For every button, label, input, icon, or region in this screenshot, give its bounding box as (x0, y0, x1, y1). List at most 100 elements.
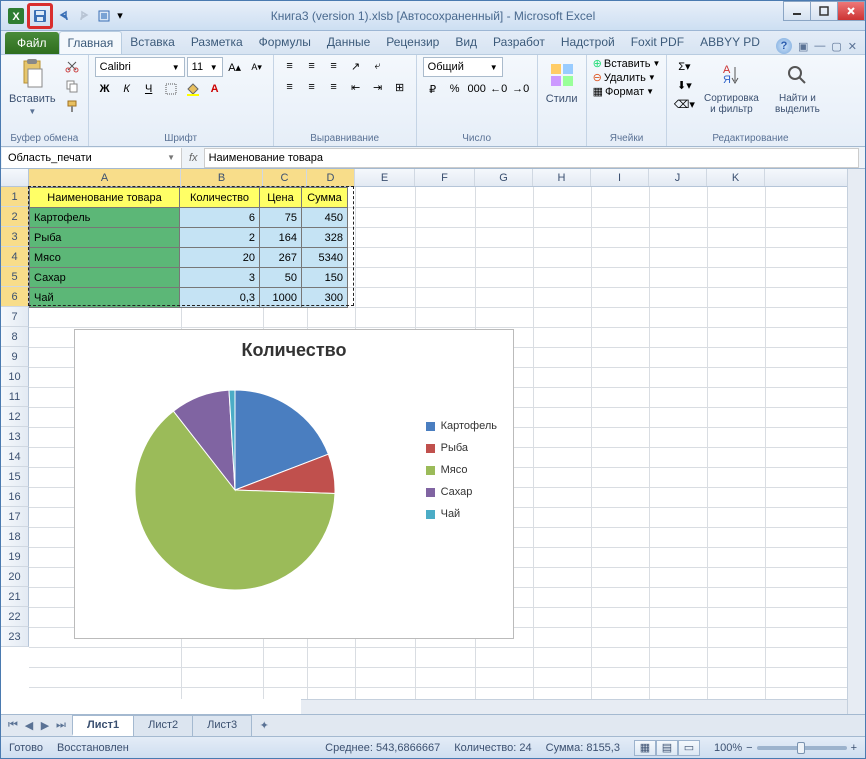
font-size-combo[interactable]: 11▼ (187, 57, 223, 77)
col-header-I[interactable]: I (591, 169, 649, 186)
format-painter-button[interactable] (62, 97, 82, 115)
row-header-6[interactable]: 6 (1, 287, 29, 307)
align-middle-icon[interactable]: ≡ (302, 57, 322, 75)
fx-icon[interactable]: fx (189, 152, 198, 164)
chart[interactable]: Количество КартофельРыбаМясоСахарЧай (74, 329, 514, 639)
table-cell[interactable]: 300 (302, 288, 348, 308)
tab-надстрой[interactable]: Надстрой (553, 31, 623, 54)
table-cell[interactable]: 0,3 (180, 288, 260, 308)
zoom-slider[interactable] (757, 746, 847, 750)
tab-данные[interactable]: Данные (319, 31, 378, 54)
font-color-button[interactable]: A (205, 80, 225, 98)
vertical-scrollbar[interactable] (847, 169, 865, 717)
insert-cells-button[interactable]: ⊕Вставить▼ (593, 57, 661, 70)
merge-icon[interactable]: ⊞ (390, 78, 410, 96)
align-right-icon[interactable]: ≡ (324, 78, 344, 96)
table-cell[interactable]: Картофель (30, 208, 180, 228)
zoom-level[interactable]: 100% (714, 742, 742, 754)
zoom-out-icon[interactable]: − (746, 742, 752, 754)
row-header-11[interactable]: 11 (1, 387, 29, 407)
doc-maximize-icon[interactable]: ▢ (831, 40, 841, 53)
sheet-first-icon[interactable]: ⏮ (5, 717, 21, 735)
wrap-text-icon[interactable]: ⤶ (368, 57, 388, 75)
table-cell[interactable]: 50 (260, 268, 302, 288)
sheet-last-icon[interactable]: ⏭ (53, 717, 69, 735)
table-cell[interactable]: 164 (260, 228, 302, 248)
row-header-4[interactable]: 4 (1, 247, 29, 267)
page-break-view-icon[interactable]: ▭ (678, 740, 700, 756)
row-header-17[interactable]: 17 (1, 507, 29, 527)
tab-формулы[interactable]: Формулы (251, 31, 319, 54)
row-header-15[interactable]: 15 (1, 467, 29, 487)
row-header-5[interactable]: 5 (1, 267, 29, 287)
col-header-B[interactable]: B (181, 169, 263, 186)
increase-indent-icon[interactable]: ⇥ (368, 78, 388, 96)
align-top-icon[interactable]: ≡ (280, 57, 300, 75)
percent-icon[interactable]: % (445, 80, 465, 98)
doc-close-icon[interactable]: ✕ (848, 40, 857, 53)
styles-button[interactable]: Стили (544, 57, 580, 107)
copy-button[interactable] (62, 77, 82, 95)
sheet-tab-Лист3[interactable]: Лист3 (192, 715, 252, 736)
tab-abbyy pd[interactable]: ABBYY PD (692, 31, 768, 54)
table-cell[interactable]: 20 (180, 248, 260, 268)
name-box[interactable]: Область_печати▼ (2, 148, 182, 168)
excel-icon[interactable]: X (7, 7, 25, 25)
col-header-G[interactable]: G (475, 169, 533, 186)
col-header-E[interactable]: E (355, 169, 415, 186)
clear-icon[interactable]: ⌫▾ (673, 95, 695, 113)
select-all-corner[interactable] (1, 169, 29, 186)
table-cell[interactable]: Мясо (30, 248, 180, 268)
col-header-A[interactable]: A (29, 169, 181, 186)
row-header-16[interactable]: 16 (1, 487, 29, 507)
row-header-3[interactable]: 3 (1, 227, 29, 247)
align-bottom-icon[interactable]: ≡ (324, 57, 344, 75)
decrease-font-icon[interactable]: A▾ (247, 58, 267, 76)
sort-filter-button[interactable]: АЯ Сортировка и фильтр (699, 57, 763, 117)
tab-разметка[interactable]: Разметка (183, 31, 251, 54)
table-cell[interactable]: 75 (260, 208, 302, 228)
row-header-22[interactable]: 22 (1, 607, 29, 627)
file-tab[interactable]: Файл (5, 32, 59, 54)
sheet-next-icon[interactable]: ▶ (37, 717, 53, 735)
table-cell[interactable]: 6 (180, 208, 260, 228)
maximize-button[interactable] (810, 1, 838, 21)
col-header-C[interactable]: C (263, 169, 307, 186)
fill-color-button[interactable] (183, 80, 203, 98)
decrease-indent-icon[interactable]: ⇤ (346, 78, 366, 96)
row-header-21[interactable]: 21 (1, 587, 29, 607)
table-cell[interactable]: Сахар (30, 268, 180, 288)
tab-рецензир[interactable]: Рецензир (378, 31, 447, 54)
save-button[interactable] (31, 7, 49, 25)
close-button[interactable] (837, 1, 865, 21)
row-header-20[interactable]: 20 (1, 567, 29, 587)
increase-font-icon[interactable]: A▴ (225, 58, 245, 76)
sheet-prev-icon[interactable]: ◀ (21, 717, 37, 735)
fill-icon[interactable]: ⬇▾ (673, 76, 695, 94)
col-header-F[interactable]: F (415, 169, 475, 186)
doc-minimize-icon[interactable]: — (814, 40, 825, 52)
tab-вставка[interactable]: Вставка (122, 31, 183, 54)
row-header-13[interactable]: 13 (1, 427, 29, 447)
qat-dropdown-icon[interactable]: ▾ (115, 7, 125, 25)
row-header-23[interactable]: 23 (1, 627, 29, 647)
col-header-K[interactable]: K (707, 169, 765, 186)
table-cell[interactable]: 450 (302, 208, 348, 228)
cells-area[interactable]: Наименование товараКоличествоЦенаСуммаКа… (29, 187, 847, 699)
row-header-14[interactable]: 14 (1, 447, 29, 467)
col-header-H[interactable]: H (533, 169, 591, 186)
number-format-combo[interactable]: Общий▼ (423, 57, 503, 77)
table-cell[interactable]: 3 (180, 268, 260, 288)
table-cell[interactable]: 328 (302, 228, 348, 248)
bold-button[interactable]: Ж (95, 80, 115, 98)
new-sheet-icon[interactable]: ✦ (256, 717, 272, 735)
normal-view-icon[interactable]: ▦ (634, 740, 656, 756)
table-cell[interactable]: 2 (180, 228, 260, 248)
row-header-1[interactable]: 1 (1, 187, 29, 207)
orientation-icon[interactable]: ↗ (346, 57, 366, 75)
table-header[interactable]: Сумма (302, 188, 348, 208)
table-header[interactable]: Цена (260, 188, 302, 208)
comma-icon[interactable]: 000 (467, 80, 487, 98)
table-header[interactable]: Наименование товара (30, 188, 180, 208)
table-cell[interactable]: 5340 (302, 248, 348, 268)
